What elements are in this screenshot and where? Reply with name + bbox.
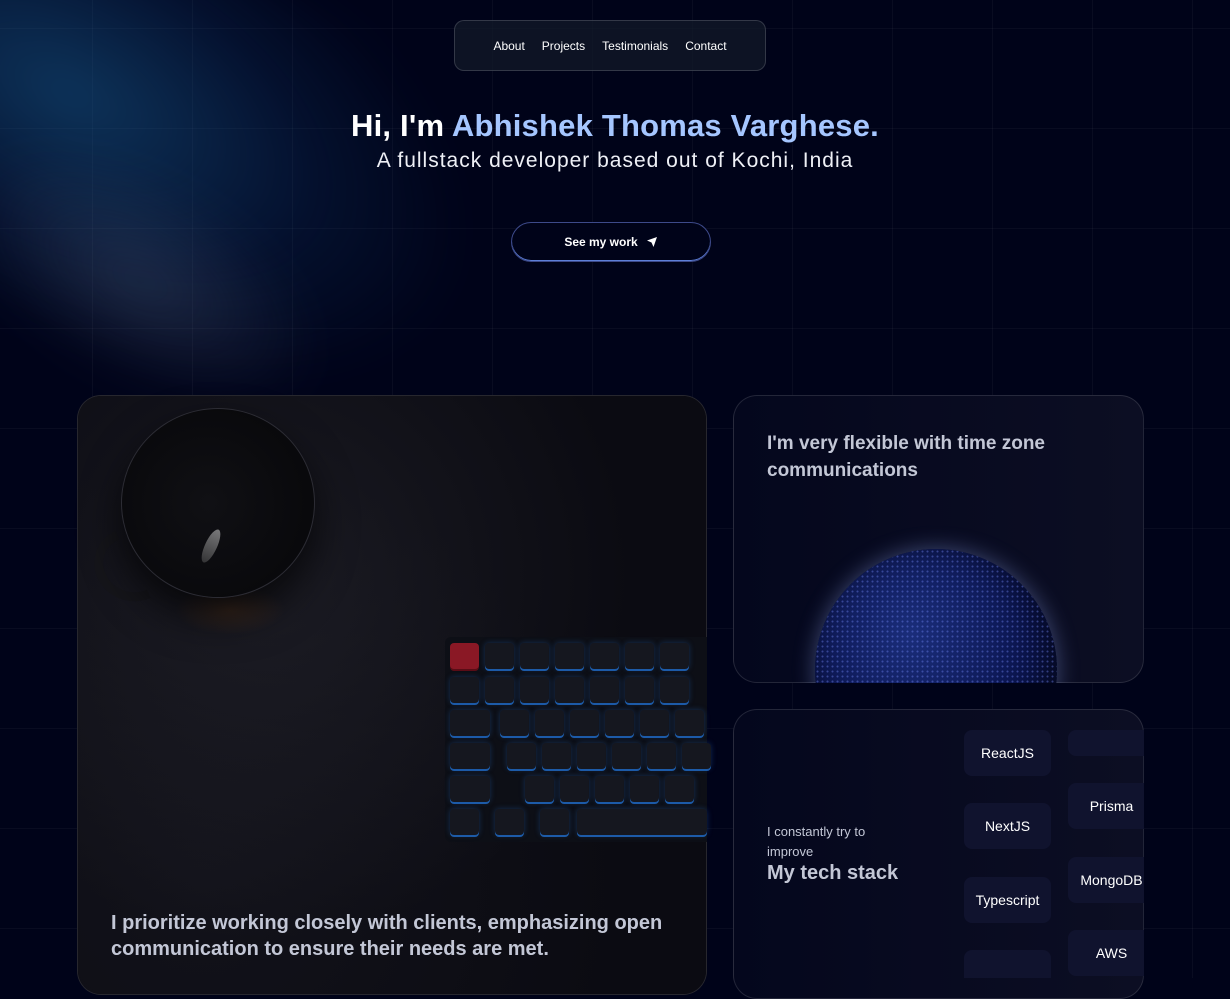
keyboard-key: [595, 776, 624, 802]
keyboard-key: [520, 643, 549, 669]
keyboard-key: [560, 776, 589, 802]
keyboard-key: [665, 776, 694, 802]
tech-chip-mongodb: MongoDB: [1068, 857, 1144, 903]
keyboard-key: [590, 643, 619, 669]
keyboard-key: [450, 743, 490, 769]
keyboard-key: [450, 677, 479, 703]
tech-chip-blank: [1068, 730, 1144, 756]
keyboard-key: [570, 710, 599, 736]
tech-stack-subtitle: I constantly try to improve: [767, 824, 866, 859]
tech-chip-reactjs: ReactJS: [964, 730, 1051, 776]
keyboard-key: [625, 677, 654, 703]
keyboard-key: [577, 809, 707, 835]
keyboard-key: [612, 743, 641, 769]
nav-item-about[interactable]: About: [493, 39, 524, 53]
tech-chip-nextjs: NextJS: [964, 803, 1051, 849]
see-my-work-button[interactable]: See my work: [511, 222, 711, 262]
keyboard-key: [555, 677, 584, 703]
tech-chip-blank: [964, 950, 1051, 978]
nav-item-testimonials[interactable]: Testimonials: [602, 39, 668, 53]
nav-item-contact[interactable]: Contact: [685, 39, 726, 53]
keyboard-key: [577, 743, 606, 769]
nav-item-projects[interactable]: Projects: [542, 39, 585, 53]
coffee-mug-image: [121, 408, 315, 598]
keyboard-key: [450, 710, 490, 736]
keyboard-key: [507, 743, 536, 769]
hero-subtitle: A fullstack developer based out of Kochi…: [376, 149, 854, 172]
floating-navbar: About Projects Testimonials Contact: [454, 20, 766, 71]
keyboard-key: [675, 710, 704, 736]
keyboard-key: [660, 643, 689, 669]
tech-chip-typescript: Typescript: [964, 877, 1051, 923]
keyboard-image: [445, 637, 711, 842]
keyboard-key: [625, 643, 654, 669]
collaboration-text: I prioritize working closely with client…: [111, 912, 663, 960]
keyboard-key: [630, 776, 659, 802]
hero-name: Abhishek Thomas Varghese.: [451, 108, 879, 143]
keyboard-key: [590, 677, 619, 703]
tech-chip-prisma: Prisma: [1068, 783, 1144, 829]
keyboard-key: [647, 743, 676, 769]
cta-label: See my work: [564, 235, 638, 249]
keyboard-key: [450, 643, 479, 669]
keyboard-key: [500, 710, 529, 736]
timezone-text: I'm very flexible with time zone communi…: [767, 433, 1045, 481]
keyboard-key: [535, 710, 564, 736]
globe-image[interactable]: [815, 549, 1057, 683]
keyboard-key: [485, 677, 514, 703]
tech-stack-title: My tech stack: [767, 862, 899, 884]
send-arrow-icon: [646, 237, 657, 247]
keyboard-key: [525, 776, 554, 802]
keyboard-key: [540, 809, 569, 835]
keyboard-key: [450, 809, 479, 835]
keyboard-key: [485, 643, 514, 669]
keyboard-key: [542, 743, 571, 769]
tech-chip-aws: AWS: [1068, 930, 1144, 976]
keyboard-key: [495, 809, 524, 835]
hero-title: Hi, I'm Abhishek Thomas Varghese.: [0, 108, 1230, 144]
keyboard-key: [640, 710, 669, 736]
keyboard-key: [660, 677, 689, 703]
keyboard-key: [520, 677, 549, 703]
keyboard-key: [555, 643, 584, 669]
hero-greeting: Hi, I'm: [351, 108, 452, 143]
keyboard-key: [605, 710, 634, 736]
keyboard-key: [682, 743, 711, 769]
keyboard-key: [450, 776, 490, 802]
